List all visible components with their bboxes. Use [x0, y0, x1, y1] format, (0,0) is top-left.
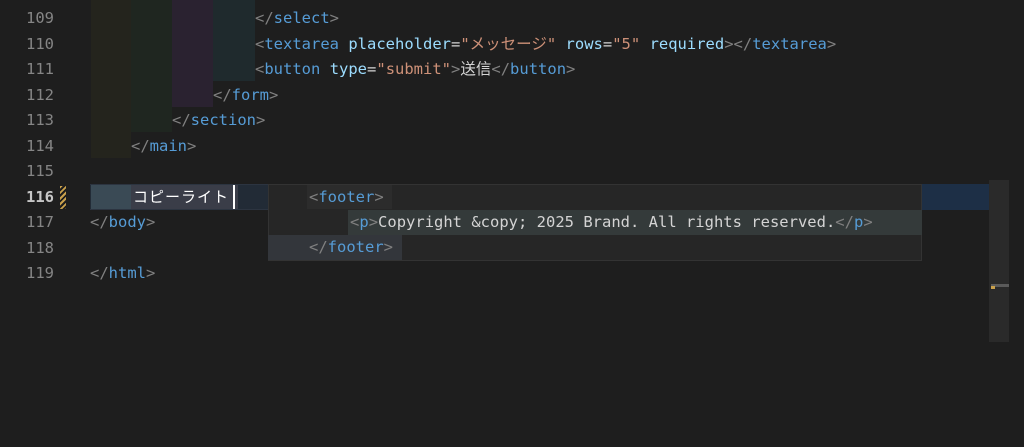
- ime-composition-text: コピーライト: [133, 188, 230, 206]
- code-text: </section>: [172, 108, 265, 134]
- modified-line-gutter-marker: [60, 186, 66, 209]
- code-token: "メッセージ": [460, 34, 557, 53]
- code-token: =: [451, 34, 461, 53]
- suggestion-line: <p>Copyright &copy; 2025 Brand. All righ…: [350, 210, 873, 235]
- suggestion-token: >: [374, 188, 384, 206]
- code-token: type: [329, 60, 368, 78]
- code-token: >: [269, 85, 279, 104]
- code-line-115[interactable]: 115: [0, 159, 1024, 185]
- code-text: </main>: [131, 134, 196, 160]
- line-number: 110: [26, 34, 54, 53]
- suggestion-token: p: [853, 213, 864, 231]
- code-token: select: [273, 9, 330, 27]
- line-number: 116: [26, 187, 54, 206]
- code-token: main: [149, 136, 187, 155]
- code-line-113[interactable]: 113 </section>: [0, 108, 1024, 134]
- code-token: >: [256, 111, 266, 129]
- line-number: 118: [26, 238, 54, 257]
- code-token: rows: [565, 34, 603, 53]
- suggestion-token: Copyright &copy; 2025 Brand. All rights …: [378, 213, 836, 231]
- suggestion-token: >: [383, 238, 394, 256]
- code-token: >: [826, 34, 837, 53]
- code-token: textarea: [264, 34, 339, 53]
- code-token: </: [491, 60, 511, 78]
- line-number: 119: [26, 264, 54, 282]
- code-line-114[interactable]: 114 </main>: [0, 134, 1024, 160]
- code-token: html: [108, 264, 146, 282]
- line-number: 114: [26, 136, 54, 155]
- code-token: >: [451, 60, 461, 78]
- code-text: </body>: [90, 210, 155, 236]
- code-line-111[interactable]: 111 <button type="submit">送信</button>: [0, 57, 1024, 83]
- code-token: textarea: [752, 34, 827, 53]
- suggestion-token: >: [368, 213, 379, 231]
- code-token: </: [172, 111, 191, 129]
- code-token: "5": [612, 34, 641, 53]
- code-token: button: [264, 60, 321, 78]
- code-text: </html>: [90, 261, 155, 287]
- scrollbar-change-marker: [991, 286, 995, 289]
- code-line-112[interactable]: 112 </form>: [0, 83, 1024, 109]
- code-token: </: [213, 85, 232, 104]
- code-token: button: [510, 60, 567, 78]
- code-token: <: [255, 34, 265, 53]
- ime-composition-indent: [91, 185, 131, 209]
- line-number: 113: [26, 111, 54, 129]
- code-token: form: [231, 85, 269, 104]
- code-token: section: [190, 111, 256, 129]
- line-number: 115: [26, 162, 54, 180]
- vertical-scrollbar[interactable]: [989, 180, 1009, 342]
- code-line-110[interactable]: 110 <textarea placeholder="メッセージ" rows="5…: [0, 32, 1024, 58]
- code-token: >: [329, 9, 340, 27]
- code-token: >: [146, 264, 156, 282]
- line-number: 111: [26, 60, 54, 78]
- code-token: body: [108, 213, 146, 231]
- suggestion-token: >: [863, 213, 873, 231]
- suggestion-token: p: [359, 213, 369, 231]
- code-token: required: [649, 34, 725, 53]
- code-token: =: [602, 34, 613, 53]
- code-text: </select>: [255, 6, 339, 32]
- code-token: >: [187, 136, 197, 155]
- suggestion-token: footer: [318, 188, 375, 206]
- line-number: 117: [26, 213, 54, 231]
- current-line-highlight-right: [922, 184, 990, 210]
- code-line-109[interactable]: 109 </select>: [0, 6, 1024, 32]
- code-token: placeholder: [348, 34, 451, 53]
- code-token: <: [255, 60, 265, 78]
- suggestion-token: footer: [327, 238, 384, 256]
- line-number: 112: [26, 85, 54, 104]
- code-text: </form>: [213, 83, 278, 109]
- suggestion-line: </footer>: [309, 235, 393, 260]
- code-text: <button type="submit">送信</button>: [255, 57, 575, 83]
- code-token: =: [367, 60, 377, 78]
- line-number: 109: [26, 9, 54, 27]
- code-token: </: [90, 213, 109, 231]
- suggestion-line: <footer>: [309, 185, 384, 210]
- suggestion-token: </: [309, 238, 328, 256]
- suggestion-token: <: [309, 188, 319, 206]
- code-token: </: [131, 136, 150, 155]
- code-token: 送信: [460, 60, 492, 78]
- code-token: >: [566, 60, 576, 78]
- code-editor[interactable]: 109 </select> 110 <textarea placeholder="メッ…: [0, 0, 1024, 447]
- suggestion-token: <: [350, 213, 360, 231]
- code-token: "submit": [376, 60, 452, 78]
- text-cursor: [233, 185, 235, 209]
- code-text: <textarea placeholder="メッセージ" rows="5" r…: [255, 32, 836, 58]
- code-line-119[interactable]: 119 </html>: [0, 261, 1024, 287]
- code-token: ></: [724, 34, 753, 53]
- code-token: >: [146, 213, 156, 231]
- code-token: </: [90, 264, 109, 282]
- suggestion-token: </: [835, 213, 854, 231]
- code-token: </: [255, 9, 274, 27]
